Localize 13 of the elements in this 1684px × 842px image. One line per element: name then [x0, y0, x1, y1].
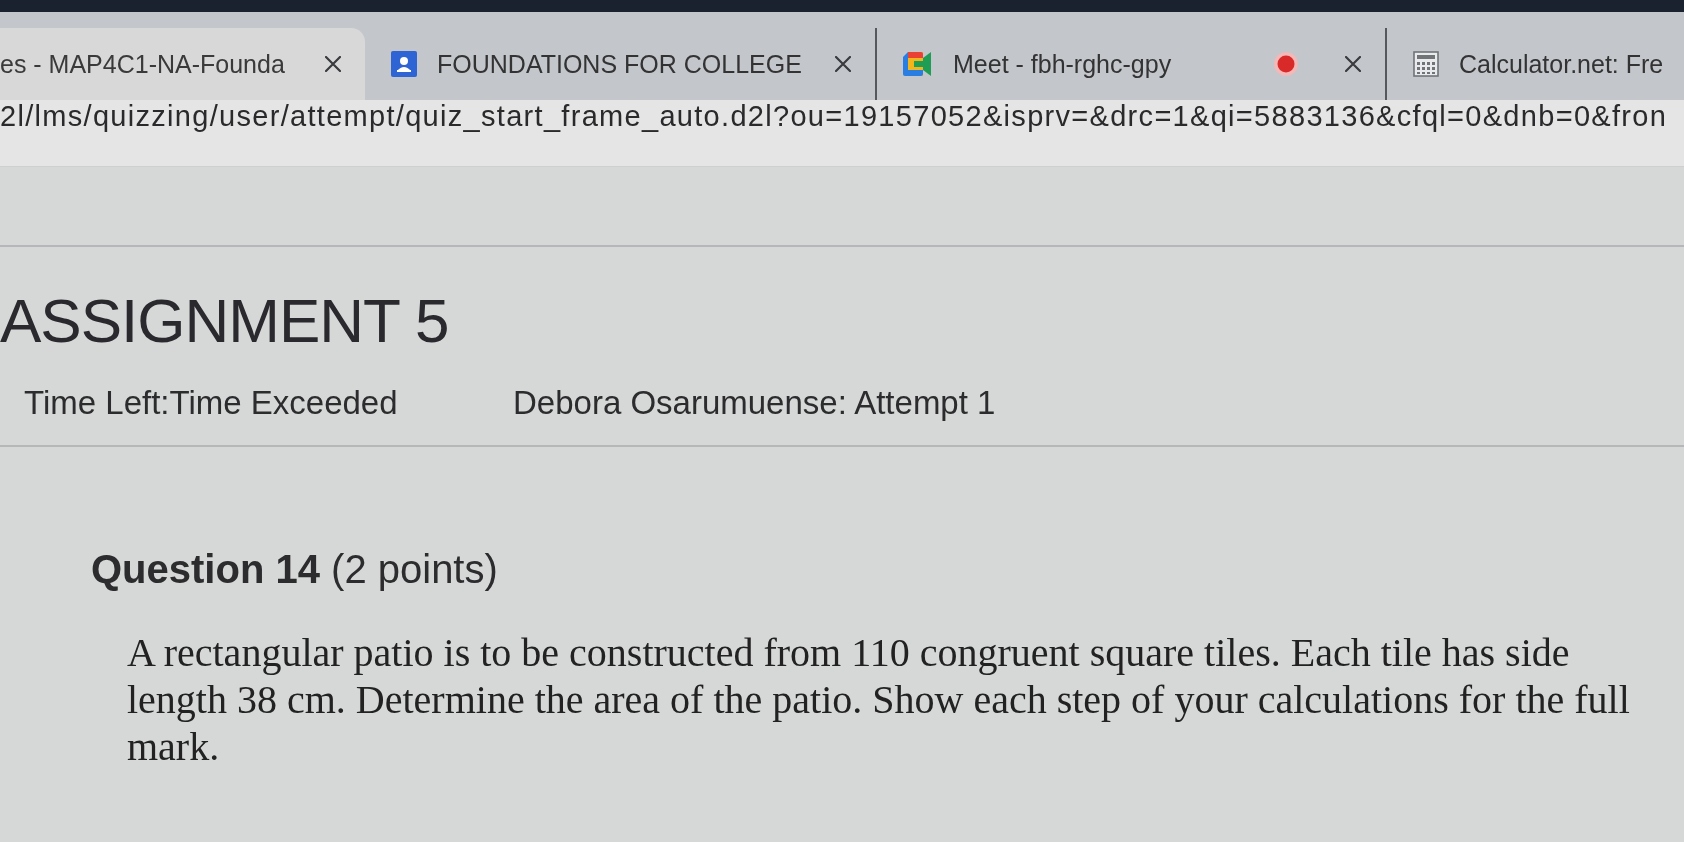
person-icon [391, 51, 417, 77]
attempt-text: Debora Osarumuense: Attempt 1 [513, 383, 997, 423]
close-icon[interactable] [325, 56, 341, 72]
question-text: A rectangular patio is to be constructed from 110 congruent square tiles. Each tile has side length 38 cm. Determine the area of the patio. Show each step of your calculations for the full mark. [127, 629, 1631, 770]
question-title: Question 14 (2 points) [91, 546, 499, 593]
calculator-icon [1413, 51, 1439, 77]
close-icon[interactable] [1345, 56, 1361, 72]
time-left-text: Time Left:Time Exceeded [24, 383, 399, 423]
browser-tab[interactable]: es - MAP4C1-NA-Founda [0, 28, 365, 100]
close-icon[interactable] [835, 56, 851, 72]
browser-tab[interactable]: FOUNDATIONS FOR COLLEGE [365, 28, 875, 100]
assignment-title: ASSIGNMENT 5 [0, 285, 450, 357]
video-camera-icon [903, 52, 933, 76]
